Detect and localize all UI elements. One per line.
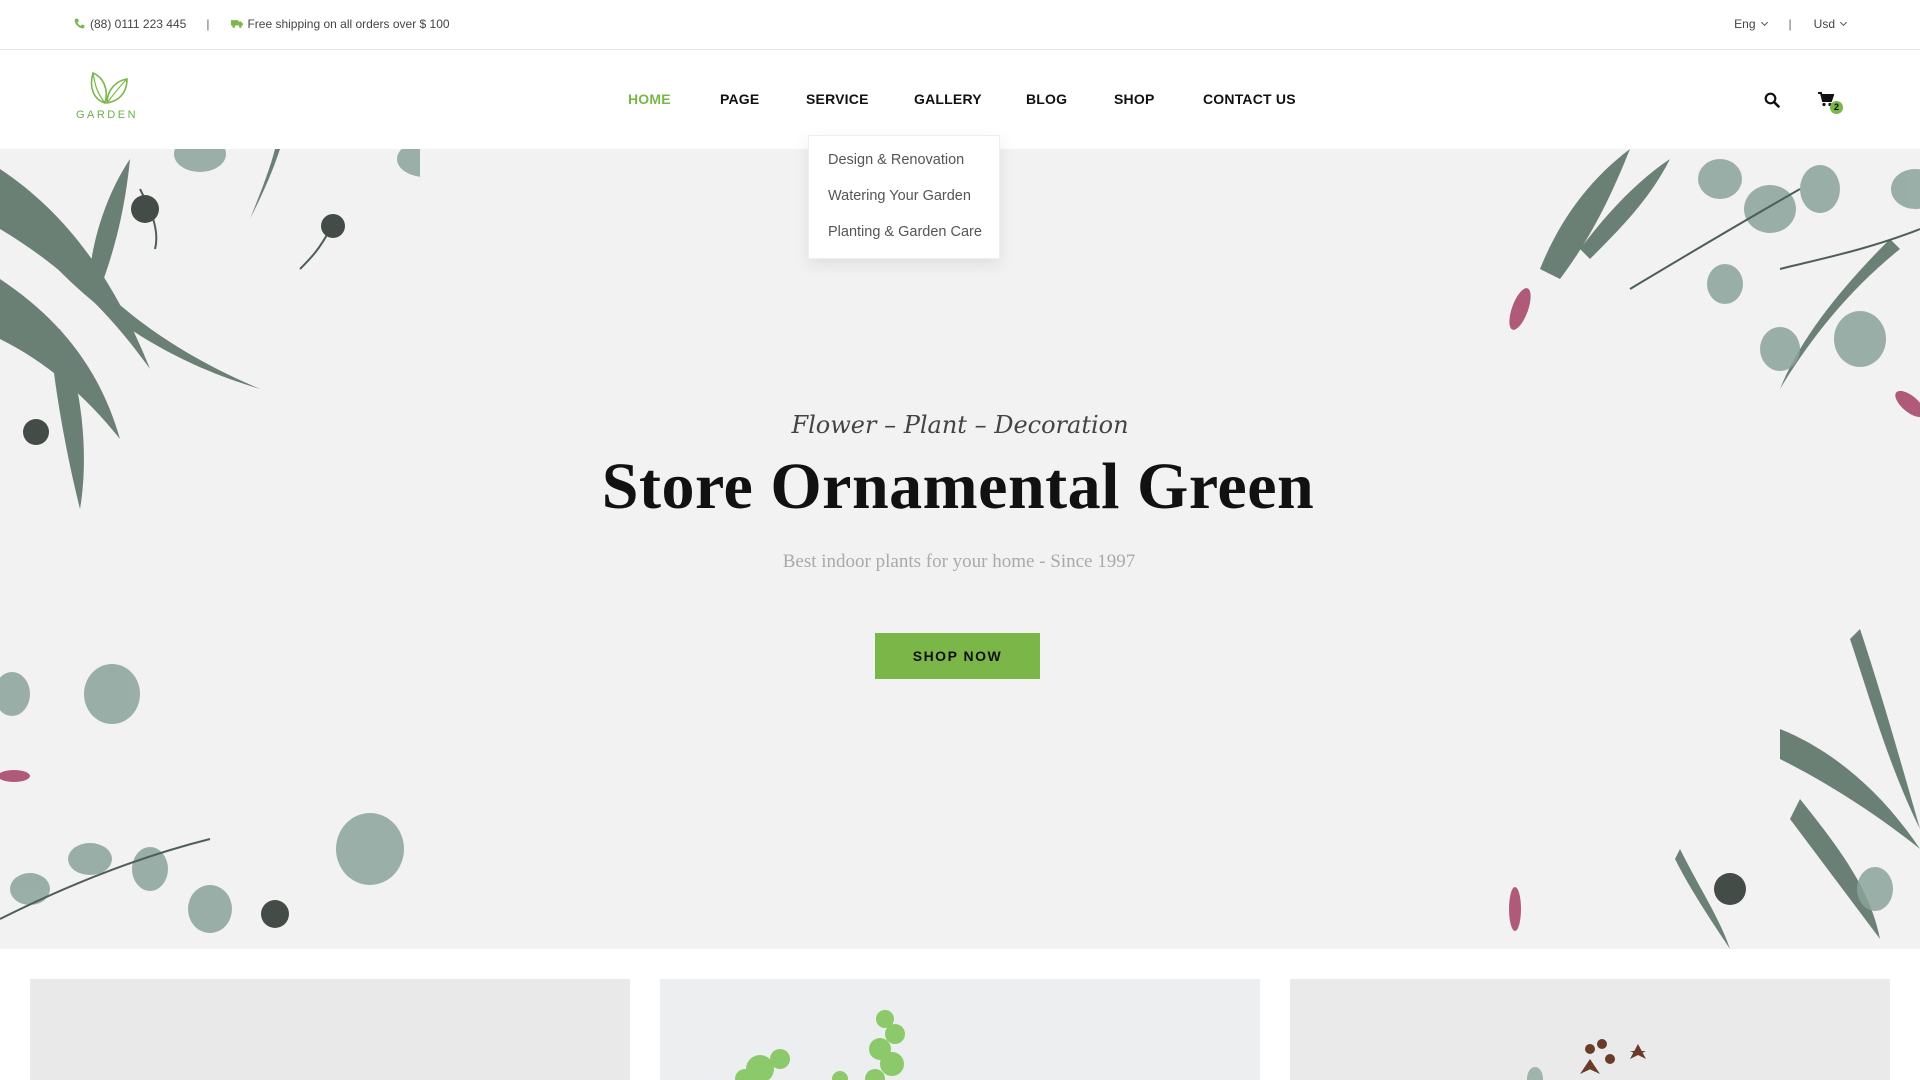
nav-item-contact-us[interactable]: CONTACT US — [1203, 91, 1296, 107]
truck-icon — [231, 18, 244, 29]
shipping-info: Free shipping on all orders over $ 100 — [231, 16, 450, 31]
nav-item-blog[interactable]: BLOG — [1026, 91, 1067, 107]
hero-title: Store Ornamental Green — [601, 450, 1315, 523]
category-card[interactable] — [1290, 979, 1890, 1080]
hero-banner: Flower – Plant – Decoration Store Orname… — [0, 149, 1920, 949]
chevron-down-icon — [1839, 18, 1848, 26]
chevron-down-icon — [1760, 18, 1768, 26]
product-image — [660, 979, 1260, 1080]
currency-dropdown[interactable]: Usd — [1813, 16, 1848, 31]
top-bar-separator: | — [206, 16, 210, 31]
language-dropdown[interactable]: Eng — [1734, 16, 1768, 31]
dropdown-item-watering-your-garden[interactable]: Watering Your Garden — [828, 188, 971, 204]
phone-icon — [74, 18, 85, 29]
nav-item-home[interactable]: HOME — [628, 91, 671, 107]
currency-label: Usd — [1813, 16, 1835, 31]
shipping-text: Free shipping on all orders over $ 100 — [247, 16, 450, 31]
dropdown-item-planting-garden-care[interactable]: Planting & Garden Care — [828, 224, 982, 240]
nav-item-shop[interactable]: SHOP — [1114, 91, 1154, 107]
category-cards — [0, 949, 1920, 1080]
service-dropdown-menu: Design & Renovation Watering Your Garden… — [808, 135, 1000, 259]
product-image — [1290, 979, 1890, 1080]
cart-count-badge: 2 — [1830, 101, 1843, 114]
top-bar-contact: (88) 0111 223 445 | Free shipping on all… — [74, 0, 450, 47]
hero-tagline: Flower – Plant – Decoration — [791, 411, 1129, 439]
nav-item-gallery[interactable]: GALLERY — [914, 91, 982, 107]
product-image — [30, 979, 630, 1080]
nav-item-service[interactable]: SERVICE — [806, 91, 869, 107]
language-label: Eng — [1734, 16, 1756, 31]
cart-button[interactable]: 2 — [1818, 92, 1843, 114]
dropdown-item-design-renovation[interactable]: Design & Renovation — [828, 152, 964, 168]
category-card[interactable] — [30, 979, 630, 1080]
search-icon[interactable] — [1764, 92, 1780, 113]
phone-number: (88) 0111 223 445 — [90, 16, 187, 31]
phone-info: (88) 0111 223 445 — [74, 17, 186, 31]
top-bar-separator: | — [1788, 16, 1792, 31]
foliage-right-decoration — [1509, 149, 1920, 949]
top-bar-settings: Eng | Usd — [1734, 0, 1848, 47]
category-card[interactable] — [660, 979, 1260, 1080]
nav-item-page[interactable]: PAGE — [720, 91, 759, 107]
top-bar: (88) 0111 223 445 | Free shipping on all… — [0, 0, 1920, 50]
foliage-left-decoration — [0, 149, 420, 933]
shop-now-button[interactable]: SHOP NOW — [875, 633, 1040, 679]
hero-subtitle: Best indoor plants for your home - Since… — [782, 551, 1136, 572]
